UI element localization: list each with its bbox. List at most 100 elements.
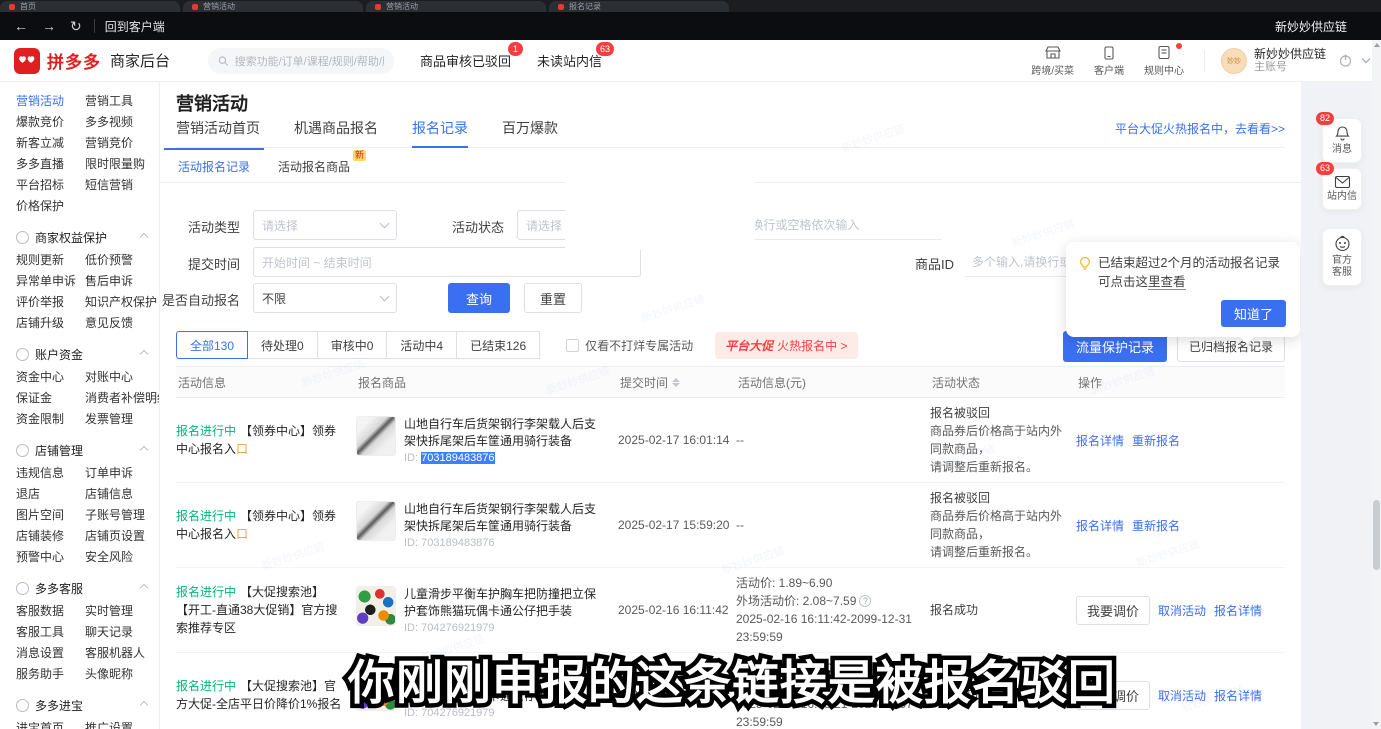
window-scrollbar[interactable] [1372,40,1381,729]
action-link[interactable]: 报名详情 [1214,602,1262,619]
sidebar-item[interactable]: 客服机器人 [85,644,145,661]
sidebar-item[interactable]: 违规信息 [16,464,64,481]
sidebar-item[interactable]: 退店 [16,485,40,502]
sidebar-item[interactable]: 短信营销 [85,176,133,193]
adjust-price-button[interactable]: 我要调价 [1076,596,1150,625]
unread-messages-link[interactable]: 未读站内信63 [537,51,602,70]
promo-signup-link[interactable]: 平台大促火热报名中，去看看>> [1115,120,1285,146]
client-app-button[interactable]: 客户端 [1094,45,1124,77]
rule-center-button[interactable]: 规则中心 [1144,45,1184,77]
sidebar-group-header[interactable]: 商家权益保护 [0,225,159,249]
sidebar-item[interactable]: 消费者补偿明细 [85,389,160,406]
sidebar-item[interactable]: 资金中心 [16,368,64,385]
sidebar-item[interactable]: 多多视频 [85,113,133,130]
sidebar-item[interactable]: 多多直播 [16,155,64,172]
sidebar-item[interactable]: 评价举报 [16,293,64,310]
got-it-button[interactable]: 知道了 [1221,300,1286,327]
auto-signup-select[interactable]: 不限 [253,283,397,313]
browser-tab[interactable]: 首页 [0,1,180,12]
sidebar-item[interactable]: 意见反馈 [85,314,133,331]
product-thumbnail[interactable] [356,501,396,541]
sidebar-item[interactable]: 保证金 [16,389,52,406]
avatar[interactable]: 妙妙 [1221,48,1247,74]
info-icon[interactable]: ? [859,595,871,607]
sidebar-group-header[interactable]: 账户资金 [0,342,159,366]
product-title[interactable]: 儿童滑步平衡车护胸车把防撞把立保护套饰熊猫玩偶卡通公仔把手装 [404,586,606,620]
tab-million-hits[interactable]: 百万爆款 [502,118,558,147]
sidebar-item[interactable]: 子账号管理 [85,506,145,523]
sidebar-item[interactable]: 店铺升级 [16,314,64,331]
sidebar-item[interactable]: 客服数据 [16,602,64,619]
back-icon[interactable]: ← [14,18,28,34]
sidebar-item[interactable]: 客服工具 [16,623,64,640]
scroll-down-icon[interactable] [1373,722,1379,726]
audit-rejected-link[interactable]: 商品审核已驳回1 [420,51,511,70]
platform-promo-pill[interactable]: 平台大促火热报名中 > [715,332,857,359]
status-tab[interactable]: 全部130 [176,331,248,359]
sidebar-item[interactable]: 规则更新 [16,251,64,268]
global-search-input[interactable]: 搜索功能/订单/课程/规则/帮助/服务 [208,48,394,74]
logout-icon[interactable] [1338,53,1353,68]
sidebar-item[interactable]: 营销工具 [85,92,133,109]
sidebar-item[interactable]: 资金限制 [16,410,64,427]
reload-icon[interactable]: ↻ [70,18,82,35]
sidebar-item[interactable]: 店铺信息 [85,485,133,502]
action-link[interactable]: 报名详情 [1214,687,1262,704]
sidebar-item[interactable]: 店铺页设置 [85,527,145,544]
sidebar-item[interactable]: 进宝首页 [16,719,64,729]
product-thumbnail[interactable] [356,586,396,626]
action-link[interactable]: 重新报名 [1132,517,1180,534]
subtab-activity-records[interactable]: 活动报名记录 [164,148,264,182]
sidebar-item[interactable]: 限时限量购 [85,155,145,172]
submit-time-range-input[interactable]: 开始时间 ~ 结束时间 [253,247,641,277]
sidebar-item[interactable]: 对账中心 [85,368,133,385]
browser-tab[interactable]: 营销活动 [183,1,363,12]
subtab-activity-goods[interactable]: 活动报名商品新 [264,148,364,182]
action-link[interactable]: 报名详情 [1076,517,1124,534]
activity-type-select[interactable]: 请选择 [253,210,397,240]
pinduoduo-logo-icon[interactable] [14,48,40,74]
product-title[interactable]: 山地自行车后货架钢行李架载人后支架快拆尾架后车筐通用骑行装备 [404,416,606,450]
sidebar-group-header[interactable]: 店铺管理 [0,438,159,462]
tooltip-link[interactable]: 里查看 [1148,275,1186,290]
sidebar-item[interactable]: 低价预警 [85,251,133,268]
sidebar-item[interactable]: 异常单申诉 [16,272,76,289]
sidebar-item[interactable]: 预警中心 [16,548,64,565]
sidebar-item[interactable]: 营销活动 [16,92,64,109]
browser-tab[interactable]: 报名记录 [549,1,729,12]
status-tab[interactable]: 审核中0 [317,331,388,359]
sidebar-group-header[interactable]: 多多进宝 [0,693,159,717]
sidebar-item[interactable]: 安全风险 [85,548,133,565]
sidebar-item[interactable]: 订单申诉 [85,464,133,481]
sidebar-item[interactable]: 服务助手 [16,665,64,682]
sidebar-item[interactable]: 爆款竞价 [16,113,64,130]
reset-button[interactable]: 重置 [524,283,582,313]
browser-tab[interactable]: 营销活动 [366,1,546,12]
action-link[interactable]: 报名详情 [1076,432,1124,449]
sidebar-item[interactable]: 推广设置 [85,719,133,729]
product-title[interactable]: 山地自行车后货架钢行李架载人后支架快拆尾架后车筐通用骑行装备 [404,501,606,535]
sidebar-item[interactable]: 店铺装修 [16,527,64,544]
status-tab[interactable]: 已结束126 [456,331,540,359]
sort-icon[interactable] [672,378,680,387]
scroll-up-icon[interactable] [1374,43,1380,47]
checkbox[interactable] [566,339,579,352]
sidebar-item[interactable]: 聊天记录 [85,623,133,640]
sidebar-item[interactable]: 售后申诉 [85,272,133,289]
sidebar-item[interactable]: 消息设置 [16,644,64,661]
action-link[interactable]: 重新报名 [1132,432,1180,449]
sidebar-group-header[interactable]: 多多客服 [0,576,159,600]
tab-marketing-home[interactable]: 营销活动首页 [176,118,260,147]
tab-signup-records[interactable]: 报名记录 [412,118,468,147]
action-link[interactable]: 取消活动 [1158,687,1206,704]
sidebar-item[interactable]: 新客立减 [16,134,64,151]
forward-icon[interactable]: → [42,18,56,34]
tab-opportunity-signup[interactable]: 机遇商品报名 [294,118,378,147]
back-to-client-button[interactable]: 回到客户端 [105,18,165,35]
crossborder-grocery-button[interactable]: 跨境/买菜 [1031,45,1074,77]
sidebar-item[interactable]: 知识产权保护 [85,293,157,310]
status-tab[interactable]: 活动中4 [386,331,457,359]
sidebar-item[interactable]: 头像昵称 [85,665,133,682]
query-button[interactable]: 查询 [448,283,510,313]
status-tab[interactable]: 待处理0 [247,331,318,359]
